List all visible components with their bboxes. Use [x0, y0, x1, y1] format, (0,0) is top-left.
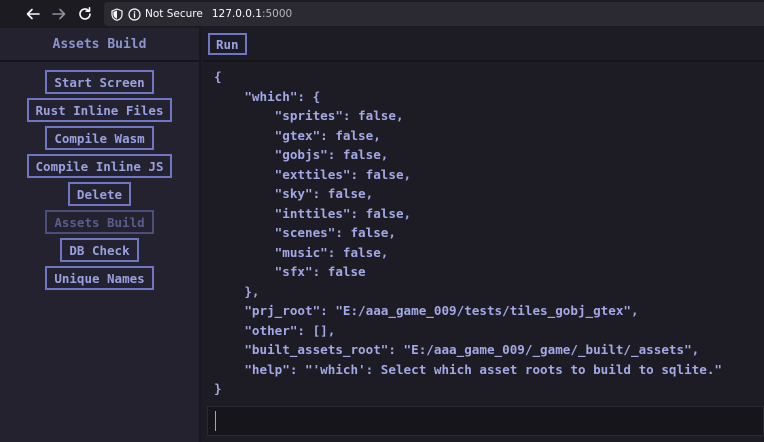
- address-bar[interactable]: Not Secure 127.0.0.1:5000: [104, 2, 764, 26]
- security-label: Not Secure: [145, 8, 203, 20]
- code-line: "music": false,: [214, 244, 389, 260]
- nav-rust-inline-files-button[interactable]: Rust Inline Files: [26, 98, 173, 122]
- arrow-right-icon: [52, 8, 66, 20]
- forward-button[interactable]: [46, 0, 72, 28]
- sidebar: Assets Build Start Screen Rust Inline Fi…: [0, 28, 201, 442]
- code-line: },: [214, 283, 260, 299]
- url-host: 127.0.0.1: [211, 8, 262, 20]
- console-input[interactable]: [207, 406, 764, 436]
- code-line: "sfx": false: [214, 264, 366, 279]
- code-line: "inttiles": false,: [214, 205, 412, 221]
- nav-delete-button[interactable]: Delete: [67, 182, 132, 206]
- code-line: "other": [],: [214, 322, 336, 338]
- code-line: "sky": false,: [214, 186, 374, 201]
- code-line: "sprites": false,: [214, 108, 404, 123]
- code-line: "which": {: [214, 88, 321, 104]
- nav-db-check-button[interactable]: DB Check: [60, 238, 139, 262]
- code-line: "scenes": false,: [214, 225, 396, 240]
- code-line: }: [214, 381, 222, 396]
- arrow-left-icon: [26, 8, 40, 20]
- nav-compile-wasm-button[interactable]: Compile Wasm: [45, 126, 154, 150]
- text-caret: [215, 411, 216, 431]
- reload-button[interactable]: [72, 0, 98, 28]
- info-icon[interactable]: [128, 7, 141, 21]
- reload-icon: [79, 7, 91, 20]
- main-panel: Run { "which": { "sprites": false, "gtex…: [203, 28, 764, 442]
- sidebar-title: Assets Build: [0, 28, 199, 62]
- shield-icon[interactable]: [111, 7, 123, 21]
- json-editor[interactable]: { "which": { "sprites": false, "gtex": f…: [203, 64, 764, 402]
- nav-compile-inline-js-button[interactable]: Compile Inline JS: [26, 154, 173, 178]
- code-line: "help": "'which': Select which asset roo…: [214, 361, 722, 377]
- nav-assets-build-button[interactable]: Assets Build: [45, 210, 154, 234]
- code-line: "prj_root": "E:/aaa_game_009/tests/tiles…: [214, 303, 639, 318]
- code-line: "built_assets_root": "E:/aaa_game_009/_g…: [214, 342, 700, 357]
- run-button[interactable]: Run: [208, 33, 247, 55]
- nav-start-screen-button[interactable]: Start Screen: [45, 70, 154, 94]
- nav-unique-names-button[interactable]: Unique Names: [45, 266, 154, 290]
- back-button[interactable]: [20, 0, 46, 28]
- code-line: "exttiles": false,: [214, 166, 412, 182]
- code-line: "gtex": false,: [214, 127, 381, 143]
- sidebar-nav: Start Screen Rust Inline Files Compile W…: [0, 62, 199, 290]
- browser-toolbar: Not Secure 127.0.0.1:5000: [0, 0, 764, 28]
- code-line: {: [214, 69, 222, 84]
- url-port: :5000: [261, 8, 293, 20]
- code-line: "gobjs": false,: [214, 147, 389, 162]
- toolbar: Run: [203, 28, 764, 62]
